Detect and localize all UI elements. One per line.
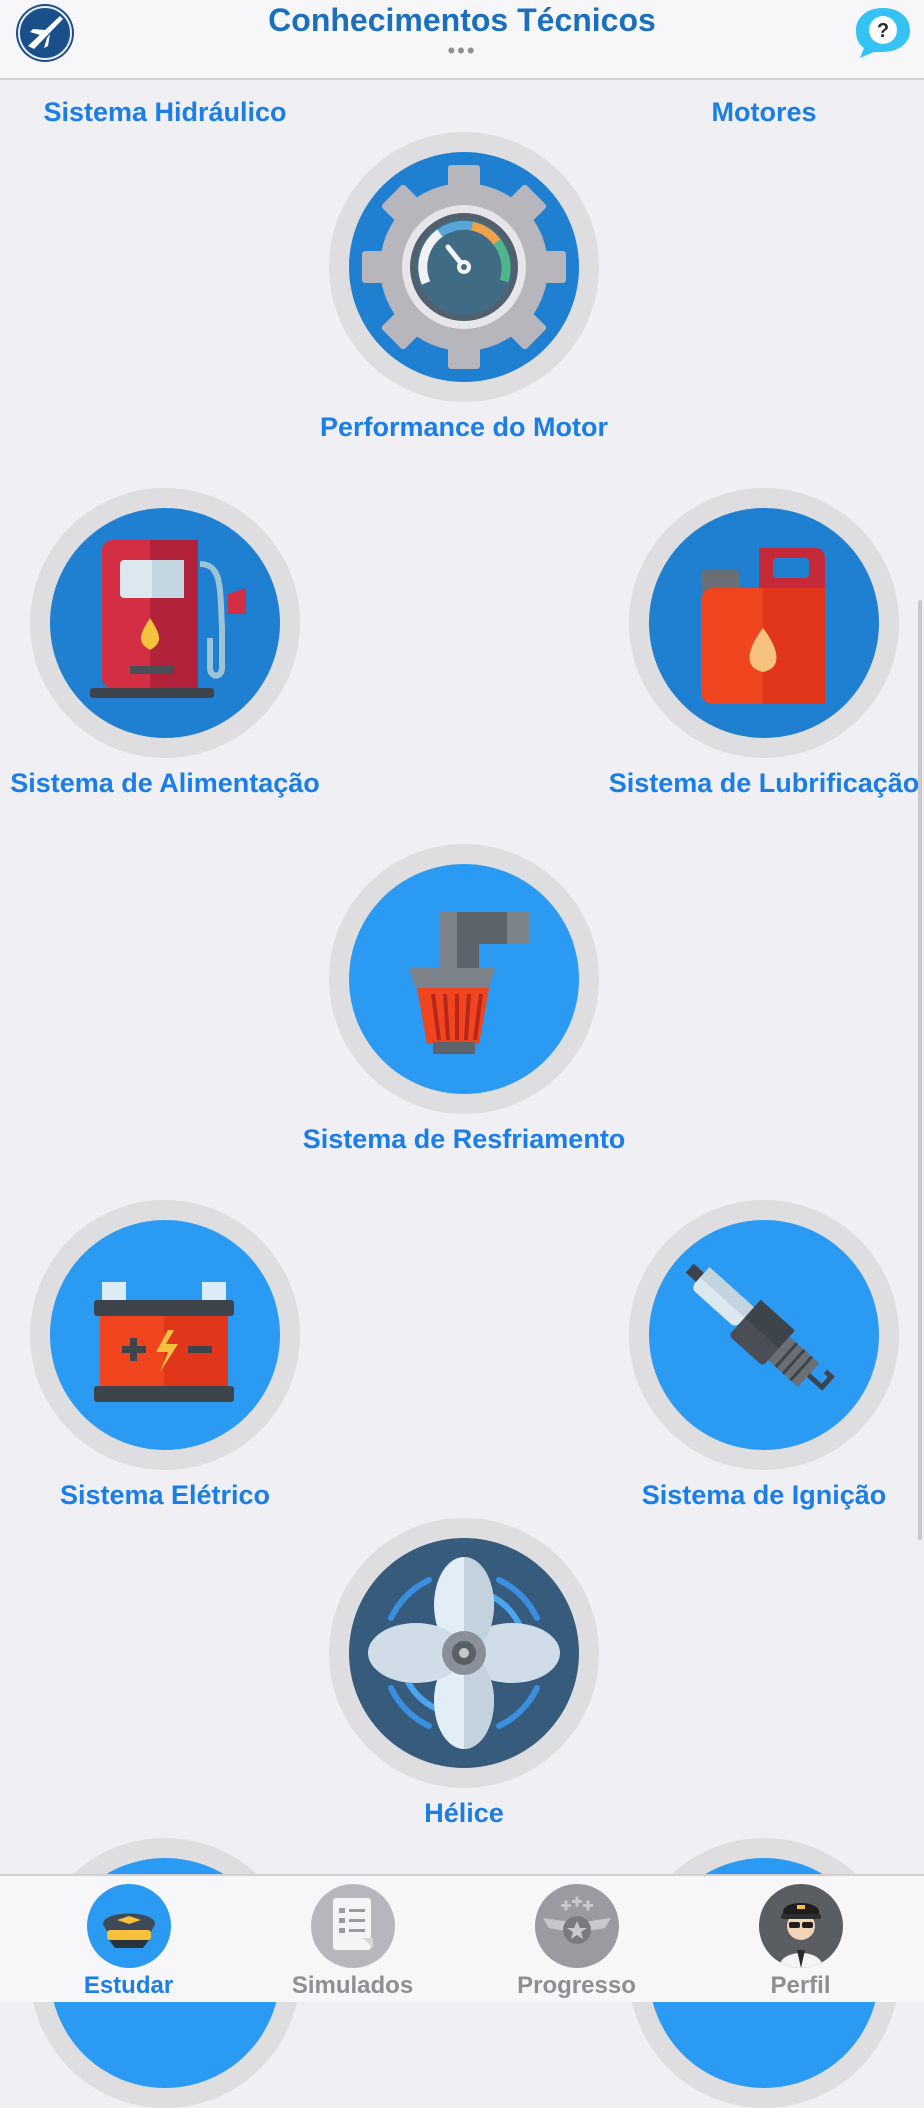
oil-can-icon [701,548,825,704]
tab-label: Simulados [291,1972,414,1999]
cooling-filter-icon [409,912,529,1054]
wings-badge-icon [543,1896,611,1944]
gear-gauge-icon [362,165,566,369]
topic-label-fuel-system: Sistema de Alimentação [10,768,320,798]
page-title: Conhecimentos Técnicos [268,2,656,38]
pilot-avatar-icon [779,1903,823,1968]
topic-label-engines[interactable]: Motores [584,93,924,131]
help-button[interactable]: ? [852,4,914,60]
exam-sheet-icon [333,1898,373,1950]
topic-label-cooling-system: Sistema de Resfriamento [302,1124,626,1154]
battery-icon [94,1282,234,1402]
topic-label-hydraulic[interactable]: Sistema Hidráulico [0,93,345,131]
tab-simulados[interactable]: Simulados [237,1876,468,2002]
fuel-pump-icon [90,540,246,698]
topic-label-propeller: Hélice [424,1798,504,1828]
help-bubble-icon: ? [856,8,910,58]
spark-plug-icon [685,1263,835,1391]
propeller-icon [368,1557,560,1749]
tab-label: Perfil [770,1972,831,1999]
more-options-icon[interactable]: ••• [0,40,924,62]
tab-estudar[interactable]: Estudar [13,1876,244,2002]
topic-label-lubrication-system: Sistema de Lubrificação [608,768,920,798]
tab-progresso[interactable]: Progresso [461,1876,692,2002]
topic-label-ignition-system: Sistema de Ignição [641,1480,887,1510]
scrollbar[interactable] [918,600,922,1540]
tab-perfil[interactable]: Perfil [685,1876,916,2002]
pilot-cap-icon [103,1913,155,1948]
topic-label-engine-performance: Performance do Motor [319,412,609,442]
help-mark: ? [877,20,889,42]
tab-label: Estudar [83,1972,174,1999]
topic-map: Sistema Hidráulico Motores Performance d… [0,0,924,2108]
bottom-tab-bar: Estudar Simulados Progresso Perfil [0,1874,924,2002]
top-bar: Conhecimentos Técnicos ••• ? [0,0,924,80]
tab-label: Progresso [517,1972,636,1999]
topic-label-electrical-system: Sistema Elétrico [59,1480,271,1510]
